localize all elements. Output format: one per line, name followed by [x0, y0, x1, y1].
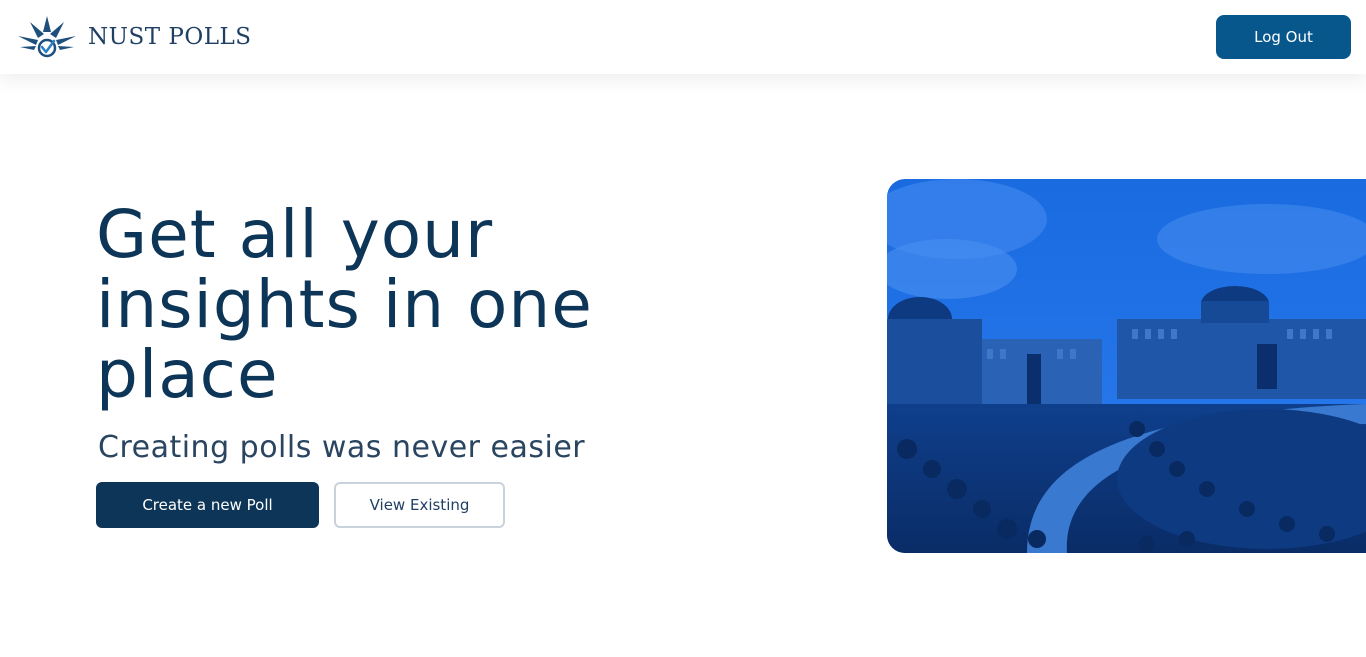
hero-title: Get all your insights in one place — [96, 196, 593, 413]
view-existing-button[interactable]: View Existing — [334, 482, 505, 528]
hero-subtitle: Creating polls was never easier — [98, 430, 586, 465]
brand[interactable]: NUST POLLS — [16, 14, 252, 60]
logo-icon — [18, 16, 76, 58]
campus-image — [887, 179, 1366, 553]
navbar: NUST POLLS Log Out — [0, 0, 1366, 74]
logout-button[interactable]: Log Out — [1216, 15, 1351, 59]
brand-name: NUST POLLS — [88, 24, 252, 50]
create-poll-button[interactable]: Create a new Poll — [96, 482, 319, 528]
